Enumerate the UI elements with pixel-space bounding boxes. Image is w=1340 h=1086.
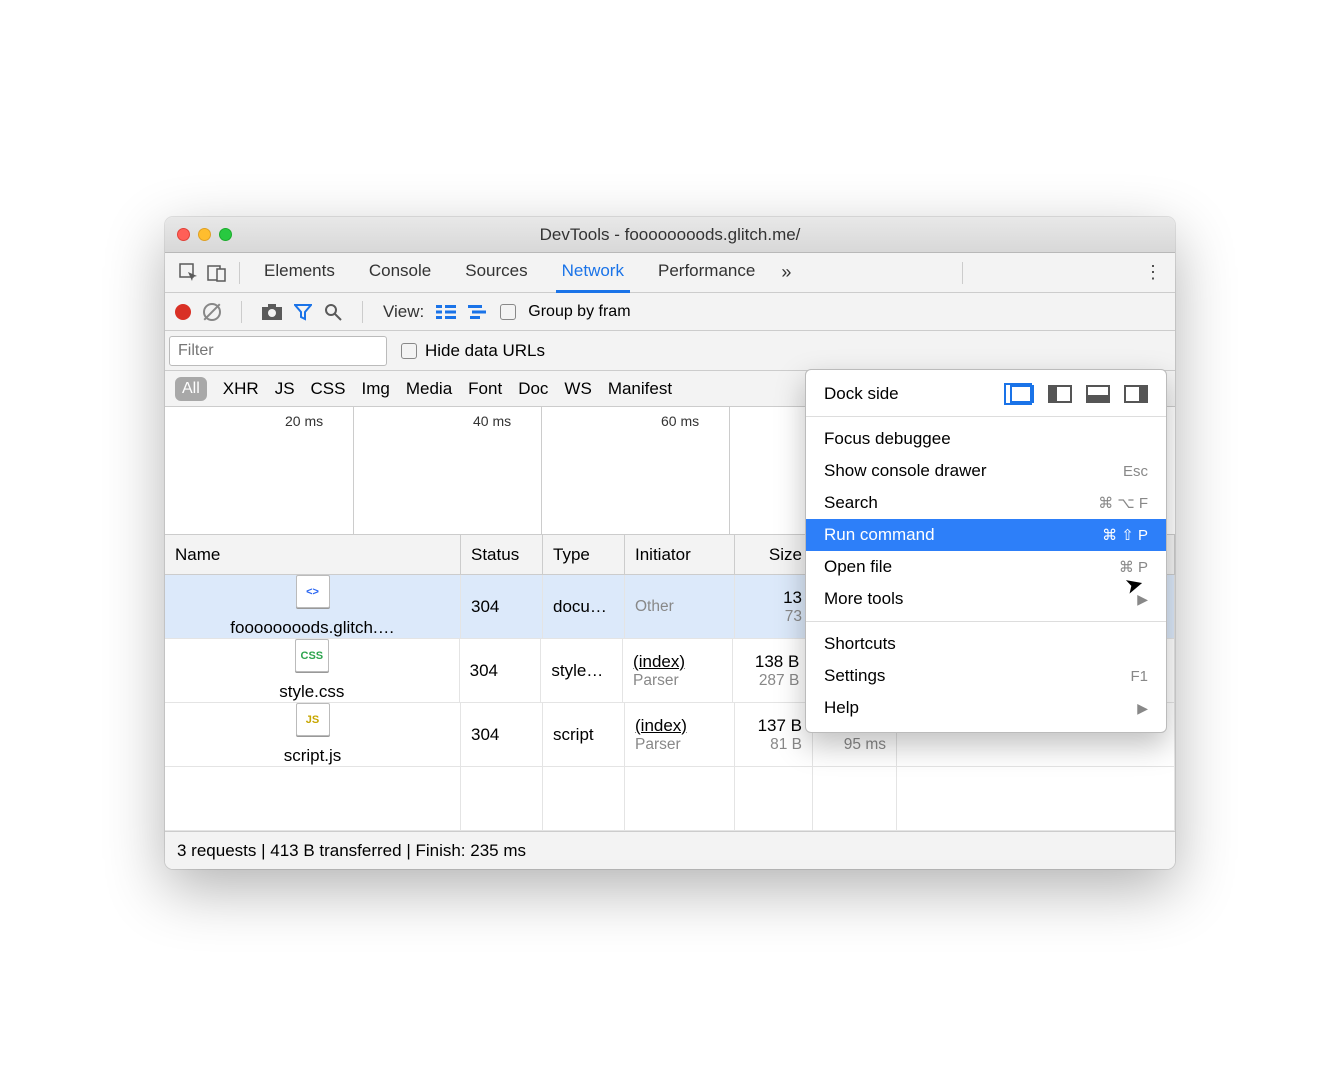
- request-initiator[interactable]: (index): [635, 716, 724, 736]
- hide-data-urls-label: Hide data URLs: [425, 341, 545, 361]
- col-name[interactable]: Name: [165, 535, 461, 574]
- menu-separator: [806, 621, 1166, 622]
- record-button[interactable]: [175, 304, 191, 320]
- filter-img[interactable]: Img: [362, 379, 390, 399]
- filter-ws[interactable]: WS: [564, 379, 591, 399]
- filter-all[interactable]: All: [175, 377, 207, 401]
- large-rows-icon[interactable]: [436, 305, 456, 319]
- screenshot-icon[interactable]: [262, 304, 282, 320]
- col-initiator[interactable]: Initiator: [625, 535, 735, 574]
- inspect-element-icon[interactable]: [175, 259, 203, 287]
- dock-undock-icon[interactable]: [1010, 385, 1034, 403]
- table-row-empty: [165, 767, 1175, 831]
- network-toolbar: View: Group by fram: [165, 293, 1175, 331]
- request-type: style…: [551, 661, 612, 681]
- filter-media[interactable]: Media: [406, 379, 452, 399]
- separator: [239, 262, 240, 284]
- request-type: docu…: [553, 597, 614, 617]
- main-menu-popup: Dock side Focus debuggee Show console dr…: [805, 369, 1167, 733]
- status-bar: 3 requests | 413 B transferred | Finish:…: [165, 831, 1175, 869]
- tab-sources[interactable]: Sources: [459, 252, 533, 293]
- menu-open-file[interactable]: Open file⌘ P: [806, 551, 1166, 583]
- request-type: script: [553, 725, 614, 745]
- request-status: 304: [471, 597, 532, 617]
- menu-run-command[interactable]: Run command⌘ ⇧ P: [806, 519, 1166, 551]
- dock-bottom-icon[interactable]: [1086, 385, 1110, 403]
- menu-separator: [806, 416, 1166, 417]
- filter-icon[interactable]: [294, 303, 312, 321]
- col-type[interactable]: Type: [543, 535, 625, 574]
- tabs-overflow-button[interactable]: »: [781, 262, 791, 283]
- tab-console[interactable]: Console: [363, 252, 437, 293]
- devtools-window: DevTools - foooooooods.glitch.me/ Elemen…: [165, 217, 1175, 869]
- menu-help[interactable]: Help▶: [806, 692, 1166, 724]
- dock-left-icon[interactable]: [1048, 385, 1072, 403]
- filter-font[interactable]: Font: [468, 379, 502, 399]
- tab-performance[interactable]: Performance: [652, 252, 761, 293]
- css-file-icon: CSS: [295, 639, 329, 672]
- filter-css[interactable]: CSS: [311, 379, 346, 399]
- dock-right-icon[interactable]: [1124, 385, 1148, 403]
- request-status: 304: [471, 725, 532, 745]
- html-file-icon: <>: [296, 575, 330, 608]
- timeline-tick: 40 ms: [473, 413, 511, 429]
- request-status: 304: [470, 661, 531, 681]
- search-icon[interactable]: [324, 303, 342, 321]
- hide-data-urls-checkbox[interactable]: [401, 343, 417, 359]
- filter-manifest[interactable]: Manifest: [608, 379, 672, 399]
- view-label: View:: [383, 302, 424, 322]
- devtools-tabs-bar: Elements Console Sources Network Perform…: [165, 253, 1175, 293]
- timeline-tick: 60 ms: [661, 413, 699, 429]
- tab-elements[interactable]: Elements: [258, 252, 341, 293]
- request-initiator: Other: [635, 598, 724, 616]
- menu-show-console-drawer[interactable]: Show console drawerEsc: [806, 455, 1166, 487]
- menu-settings[interactable]: SettingsF1: [806, 660, 1166, 692]
- menu-search[interactable]: Search⌘ ⌥ F: [806, 487, 1166, 519]
- separator: [962, 262, 963, 284]
- timeline-tick: 20 ms: [285, 413, 323, 429]
- col-status[interactable]: Status: [461, 535, 543, 574]
- device-toolbar-icon[interactable]: [203, 259, 231, 287]
- request-initiator[interactable]: (index): [633, 652, 722, 672]
- dock-side-label: Dock side: [824, 384, 899, 404]
- request-name: style.css: [279, 682, 344, 702]
- filter-input[interactable]: [169, 336, 387, 366]
- minimize-window-button[interactable]: [198, 228, 211, 241]
- menu-more-tools[interactable]: More tools▶: [806, 583, 1166, 615]
- close-window-button[interactable]: [177, 228, 190, 241]
- filter-doc[interactable]: Doc: [518, 379, 548, 399]
- col-size[interactable]: Size: [735, 535, 813, 574]
- overview-icon[interactable]: [468, 305, 488, 319]
- separator: [362, 301, 363, 323]
- titlebar: DevTools - foooooooods.glitch.me/: [165, 217, 1175, 253]
- group-by-frame-label: Group by fram: [528, 303, 630, 321]
- clear-button[interactable]: [203, 303, 221, 321]
- status-text: 3 requests | 413 B transferred | Finish:…: [177, 841, 526, 861]
- request-name: foooooooods.glitch.…: [230, 618, 394, 638]
- filter-row: Hide data URLs: [165, 331, 1175, 371]
- maximize-window-button[interactable]: [219, 228, 232, 241]
- request-name: script.js: [284, 746, 342, 766]
- filter-xhr[interactable]: XHR: [223, 379, 259, 399]
- menu-focus-debuggee[interactable]: Focus debuggee: [806, 423, 1166, 455]
- menu-shortcuts[interactable]: Shortcuts: [806, 628, 1166, 660]
- filter-js[interactable]: JS: [275, 379, 295, 399]
- window-title: DevTools - foooooooods.glitch.me/: [177, 225, 1163, 245]
- js-file-icon: JS: [296, 703, 330, 736]
- group-by-frame-checkbox[interactable]: [500, 304, 516, 320]
- tab-network[interactable]: Network: [556, 252, 630, 293]
- separator: [241, 301, 242, 323]
- main-menu-button[interactable]: ⋮: [1141, 262, 1165, 283]
